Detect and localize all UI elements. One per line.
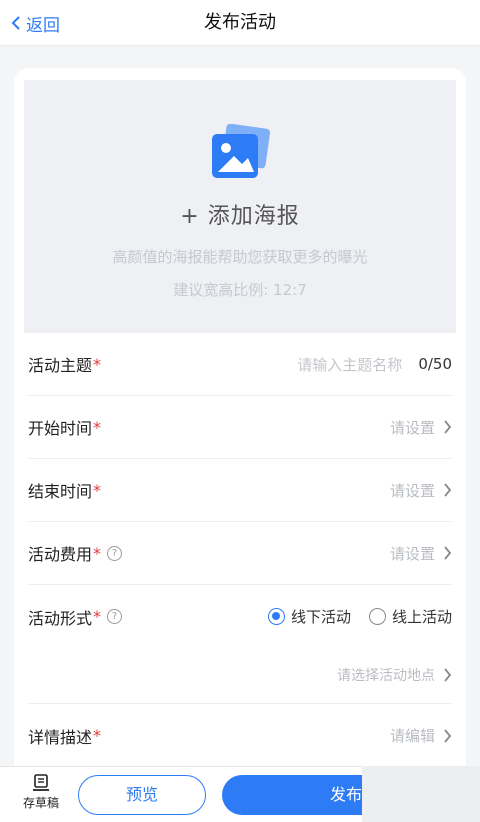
theme-input[interactable]: 请输入主题名称 0/50 <box>297 354 452 375</box>
radio-unchecked-icon <box>368 608 386 625</box>
end-time-value[interactable]: 请设置 <box>390 480 452 501</box>
char-count: 0/50 <box>418 355 452 373</box>
start-time-value[interactable]: 请设置 <box>390 417 452 438</box>
poster-tip: 高颜值的海报能帮助您获取更多的曝光 <box>112 248 368 266</box>
radio-offline-label: 线下活动 <box>290 608 351 626</box>
radio-offline[interactable]: 线下活动 <box>267 606 351 627</box>
help-icon[interactable]: ? <box>107 545 123 561</box>
end-time-row[interactable]: 结束时间 * 请设置 <box>28 459 452 522</box>
required-mark: * <box>93 607 102 626</box>
format-row: 活动形式 * ? 线下活动 线上活动 <box>28 585 452 648</box>
start-time-label: 开始时间 <box>28 419 93 438</box>
radio-online[interactable]: 线上活动 <box>368 606 452 627</box>
start-time-setting: 请设置 <box>389 418 435 437</box>
fee-label: 活动费用 <box>28 545 93 564</box>
format-radio-group: 线下活动 线上活动 <box>267 606 452 627</box>
poster-ratio-tip: 建议宽高比例: 12:7 <box>173 281 307 299</box>
required-mark: * <box>93 354 102 374</box>
chevron-right-icon <box>444 728 452 743</box>
nav-bar: 返回 发布活动 <box>0 0 480 46</box>
add-poster-area[interactable]: + 添加海报 高颜值的海报能帮助您获取更多的曝光 建议宽高比例: 12:7 <box>24 80 456 333</box>
fee-value[interactable]: 请设置 <box>390 543 452 564</box>
detail-label: 详情描述 <box>28 727 93 747</box>
theme-label: 活动主题 <box>28 356 93 375</box>
page-title: 发布活动 <box>204 12 276 33</box>
save-draft-label: 存草稿 <box>22 796 59 810</box>
preview-button[interactable]: 预览 <box>78 775 206 815</box>
form-card: + 添加海报 高颜值的海报能帮助您获取更多的曝光 建议宽高比例: 12:7 活动… <box>14 68 466 822</box>
draft-icon <box>33 774 49 791</box>
fee-row[interactable]: 活动费用 * ? 请设置 <box>28 522 452 585</box>
chevron-right-icon <box>444 667 452 682</box>
start-time-row[interactable]: 开始时间 * 请设置 <box>28 396 452 459</box>
end-time-setting: 请设置 <box>389 481 435 500</box>
format-label: 活动形式 <box>28 608 93 628</box>
detail-setting: 请编辑 <box>389 727 435 745</box>
end-time-label: 结束时间 <box>28 482 93 501</box>
location-placeholder: 请选择活动地点 <box>337 667 435 684</box>
detail-row[interactable]: 详情描述 * 请编辑 <box>28 704 452 767</box>
location-selector[interactable]: 请选择活动地点 <box>28 646 452 704</box>
required-mark: * <box>93 726 102 745</box>
add-poster-label: + 添加海报 <box>180 204 300 229</box>
save-draft-button[interactable]: 存草稿 <box>18 773 64 811</box>
theme-row: 活动主题 * 请输入主题名称 0/50 <box>28 333 452 396</box>
chevron-right-icon <box>444 546 452 560</box>
image-icon <box>212 124 270 178</box>
required-mark: * <box>93 480 102 500</box>
overlay-box <box>362 766 480 822</box>
chevron-right-icon <box>444 483 452 497</box>
required-mark: * <box>93 543 102 563</box>
theme-placeholder: 请输入主题名称 <box>297 355 403 374</box>
radio-checked-icon <box>267 608 285 625</box>
fee-setting: 请设置 <box>389 544 435 563</box>
radio-online-label: 线上活动 <box>391 608 452 626</box>
required-mark: * <box>93 417 102 437</box>
detail-value[interactable]: 请编辑 <box>390 725 452 746</box>
chevron-right-icon <box>444 420 452 434</box>
help-icon[interactable]: ? <box>107 609 123 624</box>
